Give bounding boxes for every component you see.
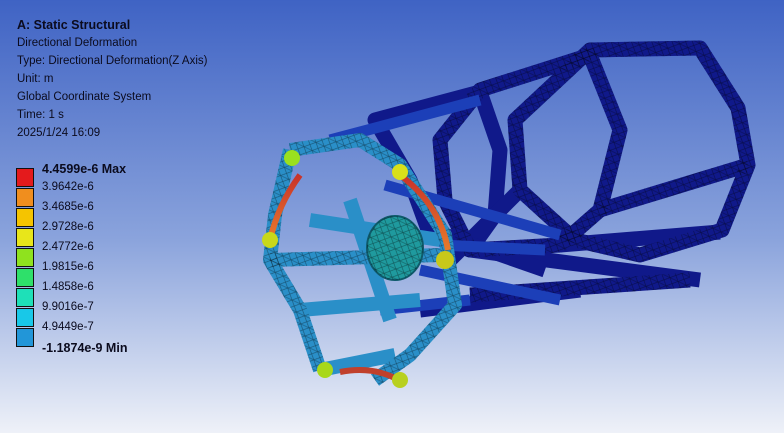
graphics-viewport[interactable]: A: Static Structural Directional Deforma… — [0, 0, 784, 433]
near-frame — [262, 133, 462, 388]
fea-model-render[interactable] — [0, 0, 784, 433]
